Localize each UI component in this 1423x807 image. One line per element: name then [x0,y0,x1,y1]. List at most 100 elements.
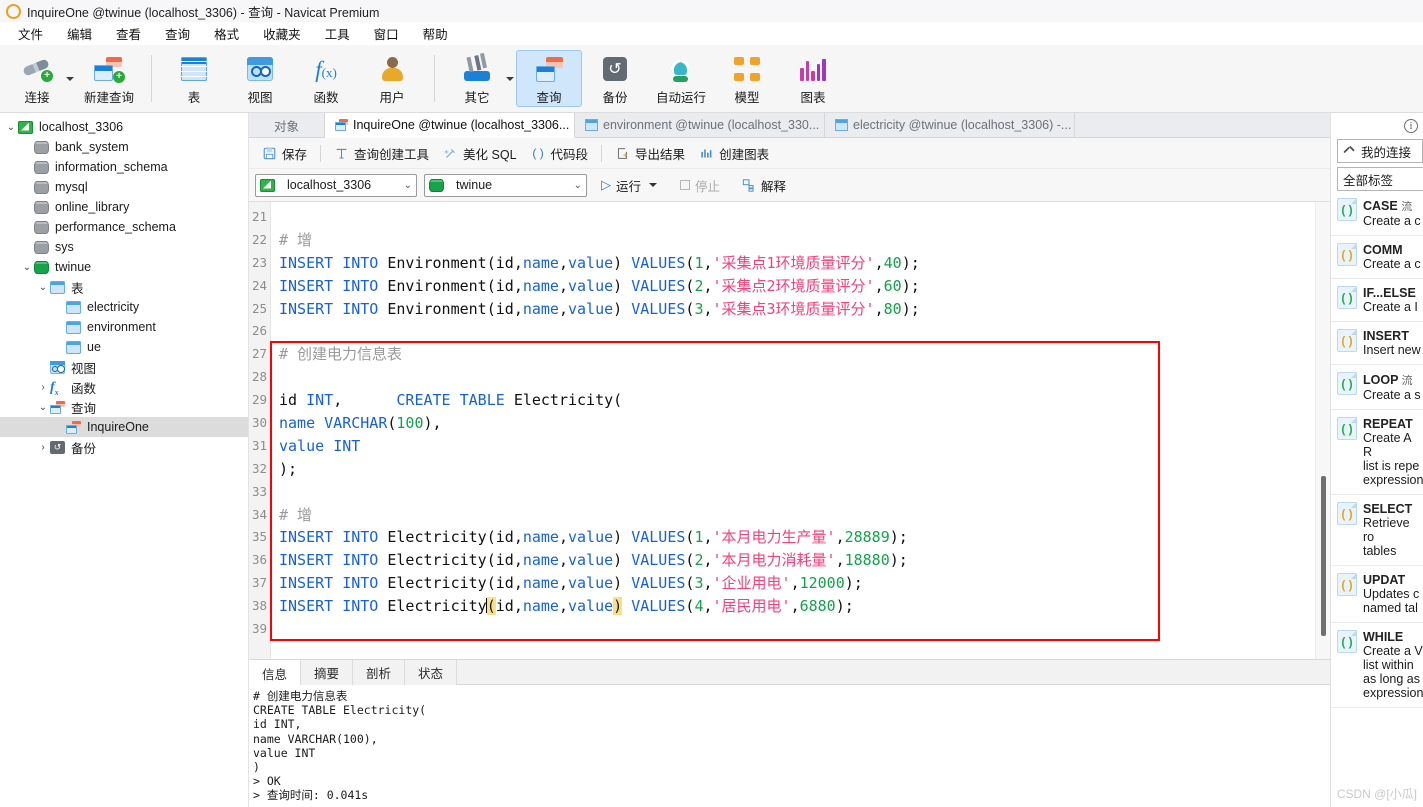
run-button[interactable]: ▷ 运行 [594,173,666,198]
toolbar-自动运行[interactable]: 自动运行 [648,50,714,107]
code-line-26[interactable] [271,320,1330,343]
snippet-item-CASE[interactable]: ( ) CASE 流 Create a c [1331,191,1423,236]
code-line-34[interactable]: # 增 [271,504,1330,527]
toolbar-视图[interactable]: 视图 [227,50,293,107]
tree-node-表[interactable]: ⌄ 表 [0,277,248,297]
toolbar-新建查询[interactable]: + 新建查询 [76,50,142,107]
snippet-list[interactable]: ( ) CASE 流 Create a c ( ) COMM Create a … [1331,191,1423,807]
code-line-30[interactable]: name VARCHAR(100), [271,412,1330,435]
code-line-29[interactable]: id INT, [271,389,1330,412]
toolbar-连接[interactable]: + 连接 [4,50,70,107]
sql-editor[interactable]: 21 22 23 24 25 26 27 28 29 30 31 32 33 34 35 36 37 38 39 #… [249,202,1330,659]
toolbar-函数[interactable]: f(x) 函数 [293,50,359,107]
code-line-22[interactable]: # 增 [271,229,1330,252]
code-line-38[interactable]: INSERT INTO Electricity(id,name,value) V… [271,595,1330,618]
result-tab-0[interactable]: 信息 [249,660,302,685]
code-line-36[interactable]: INSERT INTO Electricity(id,name,value) V… [271,549,1330,572]
twisty-icon-8[interactable]: ⌄ [36,282,50,293]
twisty-icon-7[interactable]: ⌄ [20,262,34,273]
tree-node-mysql[interactable]: mysql [0,177,248,197]
code-area[interactable]: # 增 INSERT INTO Environment(id,name,value… [271,202,1330,659]
snippet-item-COMM[interactable]: ( ) COMM Create a c [1331,236,1423,279]
connection-select[interactable]: localhost_3306 ⌄ [255,173,417,197]
tree-node-备份[interactable]: › ↺ 备份 [0,437,248,457]
tree-node-ue[interactable]: ue [0,337,248,357]
tree-node-electricity[interactable]: electricity [0,297,248,317]
code-line-32[interactable]: ); [271,458,1330,481]
tree-node-InquireOne[interactable]: InquireOne [0,417,248,437]
result-tab-2[interactable]: 剖析 [353,660,406,685]
twisty-icon-14[interactable]: ⌄ [36,402,50,413]
twisty-icon-0[interactable]: ⌄ [4,122,18,133]
tree-node-视图[interactable]: 视图 [0,357,248,377]
snippet-item-SELECT[interactable]: ( ) SELECT Retrieve ro tables [1331,495,1423,566]
menu-item-3[interactable]: 查询 [153,22,202,45]
editor-tab-1[interactable]: environment @twinue (localhost_330... [575,113,825,137]
code-line-31[interactable]: value INT [271,435,1330,458]
database-select[interactable]: twinue ⌄ [424,173,587,197]
run-dropdown-icon[interactable] [649,183,658,187]
query-builder-button[interactable]: 查询创建工具 [327,141,436,166]
toolbar-用户[interactable]: 用户 [359,50,425,107]
code-line-28[interactable]: − CREATE TABLE Electricity( [271,366,1330,409]
code-line-39[interactable] [271,618,1330,641]
menu-item-4[interactable]: 格式 [202,22,251,45]
snippet-item-IF...ELSE[interactable]: ( ) IF...ELSE Create a I [1331,279,1423,322]
object-tree-sidebar[interactable]: ⌄ localhost_3306 bank_system information… [0,113,249,807]
scrollbar-thumb[interactable] [1321,476,1326,636]
snippet-item-WHILE[interactable]: ( ) WHILE Create a Vlist within as long a… [1331,623,1423,708]
toolbar-dropdown-0[interactable] [66,76,74,81]
toolbar-表[interactable]: 表 [161,50,227,107]
tree-node-environment[interactable]: environment [0,317,248,337]
create-chart-button[interactable]: 创建图表 [692,141,776,166]
tree-node-查询[interactable]: ⌄ 查询 [0,397,248,417]
menu-item-0[interactable]: 文件 [6,22,55,45]
code-line-23[interactable]: INSERT INTO Environment(id,name,value) V… [271,252,1330,275]
info-icon[interactable]: i [1404,119,1418,133]
editor-tab-0[interactable]: InquireOne @twinue (localhost_3306... [325,113,575,138]
menu-item-8[interactable]: 帮助 [411,22,460,45]
twisty-icon-16[interactable]: › [36,442,50,453]
snippet-item-INSERT[interactable]: ( ) INSERT Insert new [1331,322,1423,365]
result-tab-3[interactable]: 状态 [405,660,458,685]
menu-item-1[interactable]: 编辑 [55,22,104,45]
code-line-33[interactable] [271,481,1330,504]
save-button[interactable]: 保存 [255,141,314,166]
menu-item-7[interactable]: 窗口 [362,22,411,45]
code-snippet-button[interactable]: ( ) 代码段 [524,141,596,166]
code-line-21[interactable] [271,206,1330,229]
toolbar-图表[interactable]: 图表 [780,50,846,107]
beautify-sql-button[interactable]: 美化 SQL [436,141,524,166]
editor-tab-2[interactable]: electricity @twinue (localhost_3306) -..… [825,113,1075,137]
tree-node-localhost_3306[interactable]: ⌄ localhost_3306 [0,117,248,137]
toolbar-模型[interactable]: 模型 [714,50,780,107]
result-tab-1[interactable]: 摘要 [301,660,354,685]
code-line-27[interactable]: # 创建电力信息表 [271,343,1330,366]
twisty-icon-13[interactable]: › [36,382,50,393]
code-line-35[interactable]: INSERT INTO Electricity(id,name,value) V… [271,526,1330,549]
code-line-25[interactable]: INSERT INTO Environment(id,name,value) V… [271,298,1330,321]
editor-scrollbar[interactable] [1315,202,1330,659]
explain-button[interactable]: 解释 [734,173,793,198]
tab-objects[interactable]: 对象 [249,113,325,137]
menu-item-2[interactable]: 查看 [104,22,153,45]
toolbar-备份[interactable]: ↺ 备份 [582,50,648,107]
tree-node-sys[interactable]: sys [0,237,248,257]
code-line-24[interactable]: INSERT INTO Environment(id,name,value) V… [271,275,1330,298]
tree-node-performance_schema[interactable]: performance_schema [0,217,248,237]
tree-node-twinue[interactable]: ⌄ twinue [0,257,248,277]
tree-node-online_library[interactable]: online_library [0,197,248,217]
my-connection-button[interactable]: 我的连接 [1337,139,1423,163]
tree-node-函数[interactable]: › fx 函数 [0,377,248,397]
snippet-item-REPEAT[interactable]: ( ) REPEAT Create A Rlist is repe express… [1331,410,1423,495]
snippet-item-LOOP[interactable]: ( ) LOOP 流 Create a s [1331,365,1423,410]
export-result-button[interactable]: 导出结果 [608,141,692,166]
code-line-37[interactable]: INSERT INTO Electricity(id,name,value) V… [271,572,1330,595]
toolbar-其它[interactable]: 其它 [444,50,510,107]
tree-node-bank_system[interactable]: bank_system [0,137,248,157]
menu-item-6[interactable]: 工具 [313,22,362,45]
tree-node-information_schema[interactable]: information_schema [0,157,248,177]
toolbar-查询[interactable]: 查询 [516,50,582,107]
snippet-item-UPDAT[interactable]: ( ) UPDAT Updates c named tal [1331,566,1423,623]
menu-item-5[interactable]: 收藏夹 [251,22,313,45]
